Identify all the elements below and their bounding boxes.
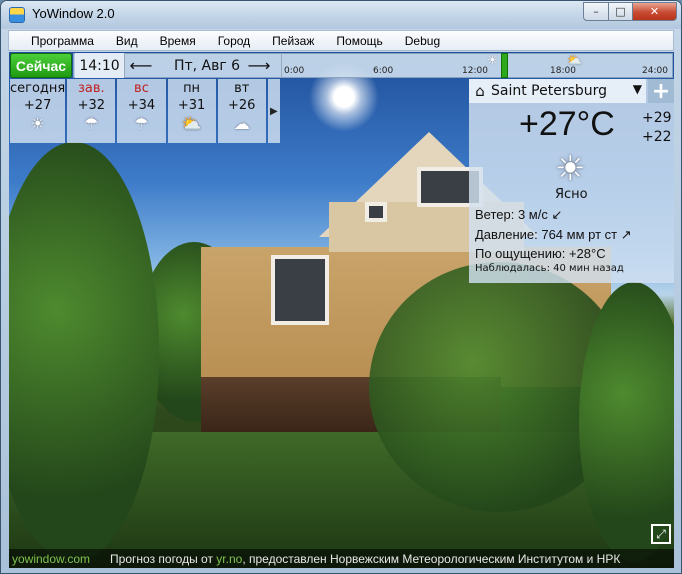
menu-help[interactable]: Помощь <box>325 31 393 50</box>
forecast-day-temp: +31 <box>177 98 206 113</box>
forecast-next-arrow-icon[interactable]: ▶ <box>267 79 280 143</box>
timeline-label-24: 24:00 <box>642 66 668 76</box>
menu-debug[interactable]: Debug <box>394 31 451 50</box>
fullscreen-icon[interactable]: ⤢ <box>651 524 671 544</box>
forecast-day-mon[interactable]: пн +31 ⛅ <box>167 79 216 143</box>
forecast-day-temp: +27 <box>23 98 52 113</box>
cloud-icon: ☁ <box>233 114 250 133</box>
house-window-lower <box>271 255 329 325</box>
rain-cloud-icon: ☂ <box>134 114 149 133</box>
pressure-row: Давление: 764 мм рт ст ↗ <box>475 227 632 243</box>
sun-icon: ☀ <box>555 149 586 189</box>
add-city-button[interactable]: + <box>648 79 674 104</box>
low-temp: +22 <box>642 129 672 145</box>
forecast-day-sun[interactable]: вс +34 ☂ <box>117 79 166 143</box>
rain-cloud-icon: ☂ <box>84 114 99 133</box>
timeline-slider[interactable]: 0:00 6:00 12:00 18:00 24:00 ☀ ⛅ <box>281 53 673 78</box>
forecast-day-name: зав. <box>77 81 105 96</box>
chevron-down-icon[interactable]: ▼ <box>633 82 642 96</box>
timeline-label-0: 0:00 <box>284 66 305 76</box>
wind-direction-icon: ↙ <box>551 207 563 222</box>
prev-day-button[interactable]: ⟵ <box>127 53 155 78</box>
timeline-handle[interactable] <box>501 53 508 78</box>
menu-time[interactable]: Время <box>149 31 207 50</box>
sun-icon: ☀ <box>30 114 45 133</box>
current-conditions-panel: ⌂ Saint Petersburg ▼ + +27°C +29 +22 ☀ Я… <box>469 79 674 283</box>
forecast-day-name: пн <box>183 81 201 96</box>
pressure-value: Давление: 764 мм рт ст <box>475 227 618 242</box>
footer-suffix: , предоставлен Норвежским Метеорологичес… <box>242 551 621 566</box>
forecast-strip: сегодня +27 ☀ зав. +32 ☂ вс +34 ☂ пн +31… <box>10 79 280 143</box>
weather-scene: Сейчас 14:10 ⟵ Пт, Авг 6 ⟶ 0:00 6:00 12:… <box>9 52 674 568</box>
footer-bar: yowindow.com Прогноз погоды от yr.no, пр… <box>9 549 674 568</box>
forecast-day-temp: +26 <box>227 98 256 113</box>
forecast-day-temp: +32 <box>77 98 106 113</box>
city-name: Saint Petersburg <box>491 83 608 99</box>
wind-value: Ветер: 3 м/с <box>475 207 548 222</box>
yowindow-link[interactable]: yowindow.com <box>12 552 90 566</box>
menu-view[interactable]: Вид <box>105 31 149 50</box>
close-button[interactable]: ✕ <box>632 2 677 21</box>
timeline-label-18: 18:00 <box>550 66 576 76</box>
wind-row: Ветер: 3 м/с ↙ <box>475 207 562 223</box>
current-date: Пт, Авг 6 <box>173 57 241 74</box>
sun-icon: ☀ <box>487 53 498 67</box>
next-day-button[interactable]: ⟶ <box>245 53 273 78</box>
weather-description: Ясно <box>555 187 588 202</box>
current-time[interactable]: 14:10 <box>75 53 125 78</box>
city-selector[interactable]: ⌂ Saint Petersburg ▼ <box>469 79 646 103</box>
yowindow-app-icon <box>9 7 25 23</box>
partly-cloudy-icon: ⛅ <box>181 114 202 133</box>
title-bar[interactable]: YoWindow 2.0 – □ ✕ <box>1 1 681 29</box>
yr-link[interactable]: yr.no <box>216 552 242 566</box>
observed-time: Наблюдалась: 40 мин назад <box>475 263 624 274</box>
timeline-label-6: 6:00 <box>373 66 394 76</box>
current-temperature: +27°C <box>519 105 615 143</box>
high-temp: +29 <box>642 110 672 126</box>
forecast-day-temp: +34 <box>127 98 156 113</box>
maximize-button[interactable]: □ <box>608 2 633 21</box>
footer-credit: Прогноз погоды от yr.no, предоставлен Но… <box>110 552 620 566</box>
now-button[interactable]: Сейчас <box>10 53 72 78</box>
forecast-day-name: сегодня <box>10 81 66 96</box>
menu-program[interactable]: Программа <box>9 31 105 50</box>
feels-like: По ощущению: +28°C <box>475 246 606 261</box>
minimize-button[interactable]: – <box>583 2 609 21</box>
menu-city[interactable]: Город <box>207 31 261 50</box>
home-icon[interactable]: ⌂ <box>471 81 489 101</box>
partly-cloudy-icon: ⛅ <box>567 53 582 67</box>
house-window-small <box>365 202 387 222</box>
footer-prefix: Прогноз погоды от <box>110 551 217 566</box>
forecast-day-name: вт <box>234 81 250 96</box>
high-low-temp: +29 +22 <box>642 109 672 147</box>
forecast-day-today[interactable]: сегодня +27 ☀ <box>10 79 66 143</box>
forecast-day-tue[interactable]: вт +26 ☁ <box>217 79 266 143</box>
app-window: YoWindow 2.0 – □ ✕ Программа Вид Время Г… <box>0 0 682 574</box>
pressure-trend-icon: ↗ <box>620 227 632 242</box>
forecast-day-tomorrow[interactable]: зав. +32 ☂ <box>67 79 116 143</box>
menu-bar: Программа Вид Время Город Пейзаж Помощь … <box>8 30 674 51</box>
window-title: YoWindow 2.0 <box>32 6 115 21</box>
menu-landscape[interactable]: Пейзаж <box>261 31 325 50</box>
timeline-label-12: 12:00 <box>462 66 488 76</box>
forecast-day-name: вс <box>134 81 149 96</box>
